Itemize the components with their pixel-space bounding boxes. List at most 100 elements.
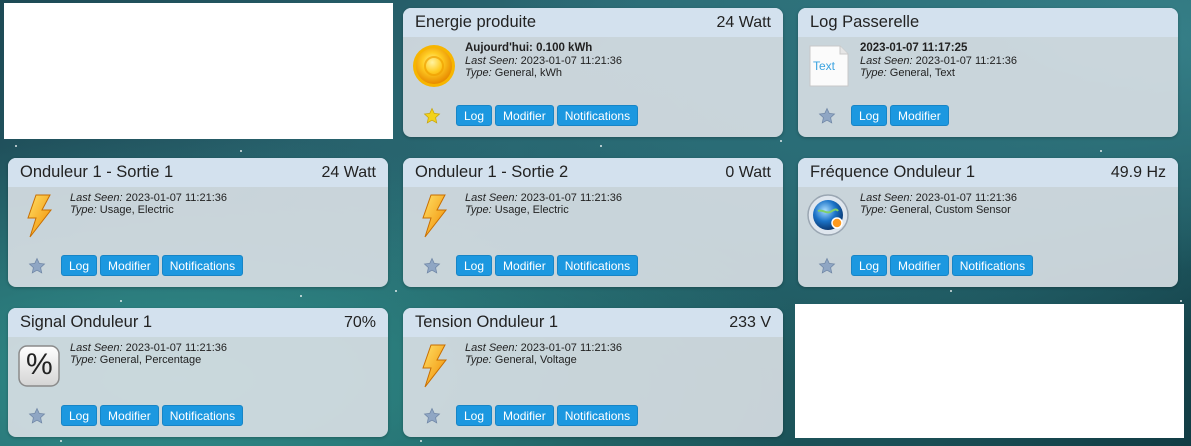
favorite-star-icon[interactable] <box>423 257 441 275</box>
card-header: Onduleur 1 - Sortie 1 24 Watt <box>8 158 388 187</box>
blank-widget-bottom-right <box>795 304 1184 438</box>
device-status: 2023-01-07 11:17:25 <box>860 42 968 54</box>
favorite-star-icon[interactable] <box>28 407 46 425</box>
last-seen-label: Last Seen: <box>860 192 913 204</box>
last-seen-label: Last Seen: <box>860 55 913 67</box>
modifier-button[interactable]: Modifier <box>890 255 949 276</box>
type-value: General, Custom Sensor <box>889 204 1011 216</box>
notifications-button[interactable]: Notifications <box>556 405 639 426</box>
text-icon-label: Text <box>813 59 836 73</box>
modifier-button[interactable]: Modifier <box>495 105 554 126</box>
modifier-button[interactable]: Modifier <box>495 255 554 276</box>
last-seen-label: Last Seen: <box>70 192 123 204</box>
favorite-star-icon[interactable] <box>818 257 836 275</box>
card-value: 70% <box>343 313 376 331</box>
device-info: Last Seen: 2023-01-07 11:21:36 Type: Gen… <box>860 192 1017 216</box>
favorite-star-icon[interactable] <box>28 257 46 275</box>
percent-icon-glyph: % <box>26 348 53 381</box>
log-button[interactable]: Log <box>456 255 493 276</box>
type-value: General, Voltage <box>494 354 577 366</box>
device-info: Last Seen: 2023-01-07 11:21:36 Type: Usa… <box>465 192 622 216</box>
log-button[interactable]: Log <box>456 405 493 426</box>
notifications-button[interactable]: Notifications <box>951 255 1034 276</box>
card-header: Energie produite 24 Watt <box>403 8 783 37</box>
notifications-button[interactable]: Notifications <box>161 255 244 276</box>
card-value: 49.9 Hz <box>1110 163 1166 181</box>
type-value: General, Text <box>889 67 955 79</box>
type-value: Usage, Electric <box>494 204 569 216</box>
card-header: Signal Onduleur 1 70% <box>8 308 388 337</box>
device-info: Last Seen: 2023-01-07 11:21:36 Type: Usa… <box>70 192 227 216</box>
device-status: Aujourd'hui: 0.100 kWh <box>465 42 593 54</box>
type-label: Type: <box>70 204 97 216</box>
type-label: Type: <box>465 204 492 216</box>
card-value: 24 Watt <box>321 163 376 181</box>
card-title: Signal Onduleur 1 <box>20 313 153 331</box>
modifier-button[interactable]: Modifier <box>100 255 159 276</box>
modifier-button[interactable]: Modifier <box>100 405 159 426</box>
device-card-signal-onduleur: Signal Onduleur 1 70% % Last Seen: 2023-… <box>8 308 388 437</box>
log-button[interactable]: Log <box>851 255 888 276</box>
last-seen-value: 2023-01-07 11:21:36 <box>915 192 1017 204</box>
card-title: Fréquence Onduleur 1 <box>810 163 976 181</box>
type-label: Type: <box>860 204 887 216</box>
card-title: Energie produite <box>415 13 537 31</box>
device-info: 2023-01-07 11:17:25 Last Seen: 2023-01-0… <box>860 42 1017 79</box>
card-header: Onduleur 1 - Sortie 2 0 Watt <box>403 158 783 187</box>
card-header: Tension Onduleur 1 233 V <box>403 308 783 337</box>
type-label: Type: <box>70 354 97 366</box>
device-card-log-passerelle: Log Passerelle Text 2023-01-07 11:17:25 … <box>798 8 1178 137</box>
modifier-button[interactable]: Modifier <box>495 405 554 426</box>
type-label: Type: <box>860 67 887 79</box>
last-seen-value: 2023-01-07 11:21:36 <box>520 55 622 67</box>
type-value: General, Percentage <box>99 354 202 366</box>
log-button[interactable]: Log <box>61 405 98 426</box>
device-card-onduleur-sortie-1: Onduleur 1 - Sortie 1 24 Watt Last Seen:… <box>8 158 388 287</box>
card-title: Tension Onduleur 1 <box>415 313 559 331</box>
log-button[interactable]: Log <box>456 105 493 126</box>
device-info: Aujourd'hui: 0.100 kWh Last Seen: 2023-0… <box>465 42 622 79</box>
blank-widget-top-left <box>4 3 393 139</box>
card-title: Onduleur 1 - Sortie 1 <box>20 163 174 181</box>
last-seen-value: 2023-01-07 11:21:36 <box>520 342 622 354</box>
text-icon: Text <box>806 43 852 89</box>
type-label: Type: <box>465 354 492 366</box>
device-card-energie-produite: Energie produite 24 Watt Aujourd'hui: 0.… <box>403 8 783 137</box>
card-title: Onduleur 1 - Sortie 2 <box>415 163 569 181</box>
card-header: Log Passerelle <box>798 8 1178 37</box>
globe-sensor-icon <box>806 193 852 239</box>
type-label: Type: <box>465 67 492 79</box>
card-value: 0 Watt <box>725 163 771 181</box>
last-seen-value: 2023-01-07 11:21:36 <box>125 342 227 354</box>
card-value: 24 Watt <box>716 13 771 31</box>
last-seen-value: 2023-01-07 11:21:36 <box>125 192 227 204</box>
device-card-frequence-onduleur: Fréquence Onduleur 1 49.9 Hz Last Seen: … <box>798 158 1178 287</box>
type-value: Usage, Electric <box>99 204 174 216</box>
type-value: General, kWh <box>494 67 563 79</box>
log-button[interactable]: Log <box>61 255 98 276</box>
last-seen-label: Last Seen: <box>465 55 518 67</box>
device-info: Last Seen: 2023-01-07 11:21:36 Type: Gen… <box>70 342 227 366</box>
notifications-button[interactable]: Notifications <box>556 105 639 126</box>
notifications-button[interactable]: Notifications <box>556 255 639 276</box>
notifications-button[interactable]: Notifications <box>161 405 244 426</box>
favorite-star-icon[interactable] <box>423 107 441 125</box>
card-title: Log Passerelle <box>810 13 920 31</box>
lightning-icon <box>411 193 457 239</box>
log-button[interactable]: Log <box>851 105 888 126</box>
lightning-icon <box>411 343 457 389</box>
device-card-onduleur-sortie-2: Onduleur 1 - Sortie 2 0 Watt Last Seen: … <box>403 158 783 287</box>
device-card-tension-onduleur: Tension Onduleur 1 233 V Last Seen: 2023… <box>403 308 783 437</box>
favorite-star-icon[interactable] <box>423 407 441 425</box>
modifier-button[interactable]: Modifier <box>890 105 949 126</box>
last-seen-label: Last Seen: <box>465 342 518 354</box>
last-seen-label: Last Seen: <box>465 192 518 204</box>
last-seen-label: Last Seen: <box>70 342 123 354</box>
last-seen-value: 2023-01-07 11:21:36 <box>520 192 622 204</box>
card-value: 233 V <box>729 313 771 331</box>
percent-icon: % <box>16 343 62 389</box>
last-seen-value: 2023-01-07 11:21:36 <box>915 55 1017 67</box>
card-header: Fréquence Onduleur 1 49.9 Hz <box>798 158 1178 187</box>
sun-icon <box>411 43 457 89</box>
favorite-star-icon[interactable] <box>818 107 836 125</box>
